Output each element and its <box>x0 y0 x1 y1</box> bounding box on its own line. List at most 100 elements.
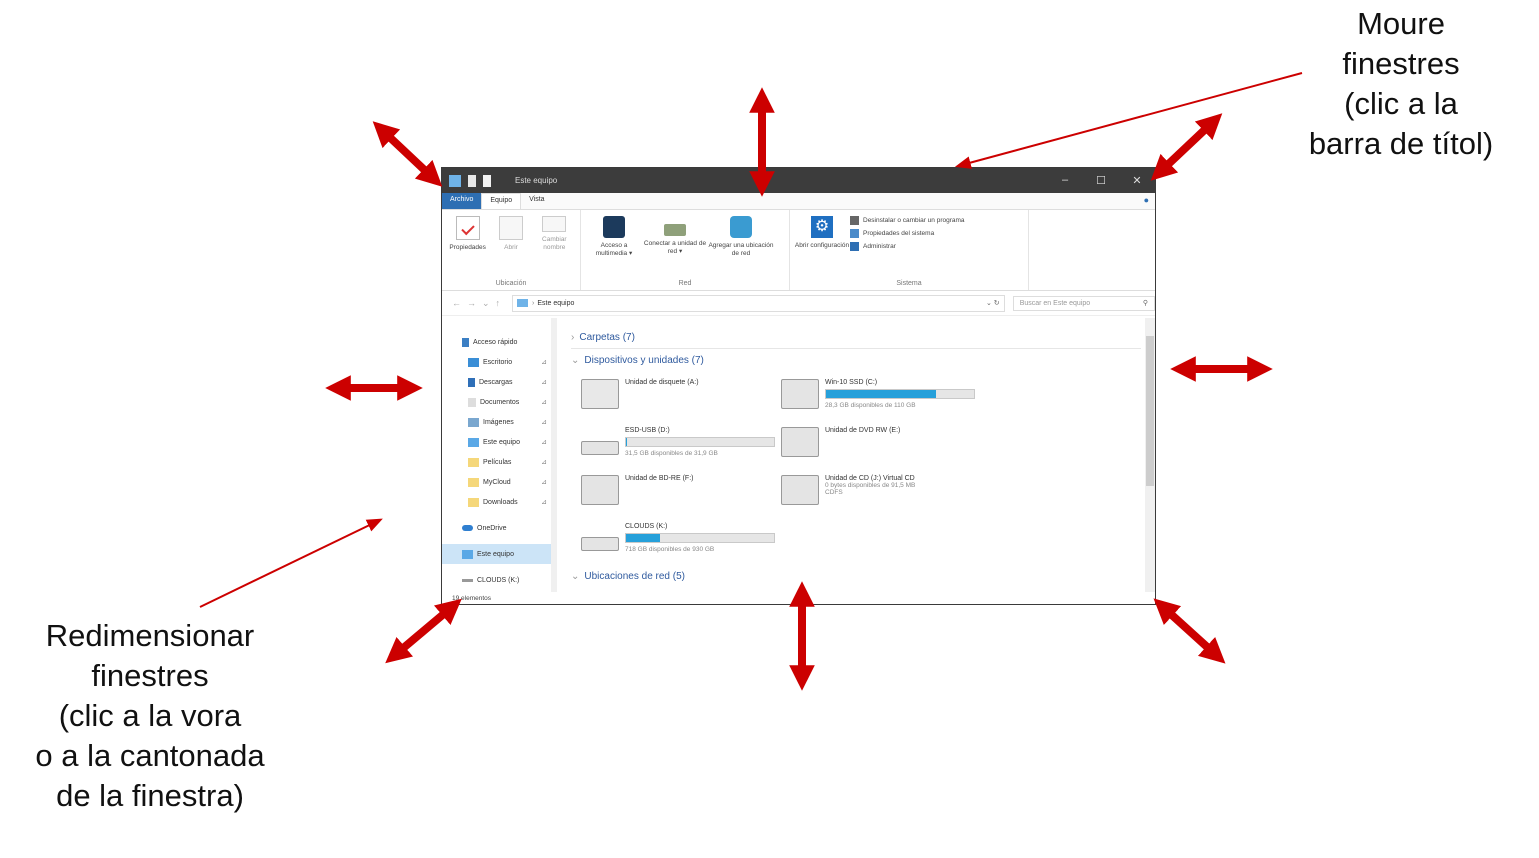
drive-free: 28,3 GB disponibles de 110 GB <box>825 402 916 409</box>
tab-archivo[interactable]: Archivo <box>442 193 482 209</box>
section-dispositivos[interactable]: ⌄ Dispositivos y unidades (7) <box>571 349 1141 371</box>
administrar-button[interactable]: Administrar <box>850 242 965 251</box>
document-icon <box>468 397 476 407</box>
network-drive-icon <box>664 224 686 236</box>
tab-equipo[interactable]: Equipo <box>481 193 522 209</box>
agregar-ubicacion-button[interactable]: Agregar una ubicación de red <box>707 214 775 290</box>
drive-usage-fill <box>826 390 936 398</box>
pin-icon: ⊿ <box>541 359 547 366</box>
cd-drive-icon <box>781 475 819 505</box>
abrir-button[interactable]: Abrir <box>489 214 532 290</box>
scrollbar-thumb[interactable] <box>1146 336 1154 486</box>
floppy-drive-icon <box>581 379 619 409</box>
nav-label: OneDrive <box>477 524 507 532</box>
drive-disquete[interactable]: Unidad de disquete (A:) <box>581 379 781 421</box>
drive-free: 31,5 GB disponibles de 31,9 GB <box>625 450 718 457</box>
drive-name: Unidad de CD (J:) Virtual CD <box>825 475 915 482</box>
drive-name: Win-10 SSD (C:) <box>825 379 878 386</box>
annot-line: barra de títol) <box>1308 126 1494 161</box>
address-text: Este equipo <box>537 299 575 307</box>
desinstalar-programa-button[interactable]: Desinstalar o cambiar un programa <box>850 216 965 225</box>
computer-icon <box>517 299 529 307</box>
drive-grid: Unidad de disquete (A:) Win-10 SSD (C:) … <box>571 371 1141 565</box>
cambiar-nombre-label: Cambiar nombre <box>542 236 567 251</box>
acceso-label: Acceso a multimedia ▾ <box>595 242 633 257</box>
nav-item-downloads[interactable]: Downloads ⊿ <box>442 492 557 512</box>
abrir-configuracion-button[interactable]: ⚙ Abrir configuración <box>794 214 850 290</box>
cloud-icon <box>462 525 473 531</box>
search-box[interactable]: Buscar en Este equipo ⚲ <box>1012 295 1155 311</box>
drive-j[interactable]: Unidad de CD (J:) Virtual CD 0 bytes dis… <box>781 475 981 517</box>
nav-item-escritorio[interactable]: Escritorio ⊿ <box>442 352 557 372</box>
pin-icon: ⊿ <box>541 479 547 486</box>
annotation-move-windows: Moure finestres (clic a la barra de títo… <box>1271 4 1531 164</box>
address-bar[interactable]: › Este equipo ⌄ ↻ <box>512 294 1005 312</box>
nav-item-acceso-rapido[interactable]: Acceso rápido <box>442 332 557 352</box>
section-red[interactable]: ⌄ Ubicaciones de red (5) <box>571 565 1141 587</box>
help-icon[interactable]: ● <box>1144 193 1149 209</box>
annot-line: de la finestra) <box>56 778 244 813</box>
new-folder-quick-icon[interactable] <box>483 174 491 187</box>
nav-item-imagenes[interactable]: Imágenes ⊿ <box>442 412 557 432</box>
title-bar[interactable]: Este equipo – ☐ ✕ <box>442 168 1155 193</box>
search-icon: ⚲ <box>1142 300 1148 307</box>
annot-line: (clic a la <box>1344 86 1458 121</box>
nav-item-descargas[interactable]: Descargas ⊿ <box>442 372 557 392</box>
drive-usage-bar <box>625 533 775 543</box>
computer-icon <box>449 174 461 187</box>
section-carpetas[interactable]: › Carpetas (7) <box>571 326 1141 349</box>
content-pane[interactable]: › Carpetas (7) ⌄ Dispositivos y unidades (… <box>557 318 1155 592</box>
system-properties-icon <box>850 229 859 238</box>
explorer-window[interactable]: Este equipo – ☐ ✕ Archivo Equipo Vista ●… <box>441 167 1156 605</box>
drive-d[interactable]: ESD-USB (D:) 31,5 GB disponibles de 31,9… <box>581 427 781 469</box>
minimize-button[interactable]: – <box>1047 174 1083 187</box>
nav-item-este-equipo[interactable]: Este equipo ⊿ <box>442 432 557 452</box>
drive-free: 0 bytes disponibles de 91,5 MB <box>825 482 916 489</box>
drive-name: ESD-USB (D:) <box>625 427 670 434</box>
folder-icon <box>468 477 479 487</box>
cambiar-nombre-button[interactable]: Cambiar nombre <box>533 214 576 290</box>
drive-f[interactable]: Unidad de BD-RE (F:) <box>581 475 781 517</box>
pointer-line-titlebar <box>954 72 1303 169</box>
tab-vista[interactable]: Vista <box>521 193 552 209</box>
drive-icon <box>462 578 473 582</box>
ribbon-group-sistema: ⚙ Abrir configuración Desinstalar o camb… <box>790 210 1029 290</box>
propiedades-button[interactable]: Propiedades <box>446 214 489 290</box>
ribbon-group-red: Acceso a multimedia ▾ Conectar a unidad … <box>581 210 790 290</box>
group-label: Ubicación <box>495 280 527 287</box>
close-button[interactable]: ✕ <box>1119 174 1155 187</box>
resize-arrow-top-left <box>372 121 443 187</box>
content-scrollbar[interactable] <box>1145 318 1155 592</box>
drive-c[interactable]: Win-10 SSD (C:) 28,3 GB disponibles de 1… <box>781 379 981 421</box>
properties-icon <box>455 216 480 240</box>
bd-drive-icon <box>581 475 619 505</box>
drive-e[interactable]: Unidad de DVD RW (E:) <box>781 427 981 469</box>
image-icon <box>468 417 479 427</box>
nav-item-clouds[interactable]: CLOUDS (K:) <box>442 570 557 590</box>
resize-arrow-bottom-right <box>1153 598 1226 664</box>
desinstalar-label: Desinstalar o cambiar un programa <box>863 217 965 224</box>
nav-item-onedrive[interactable]: OneDrive <box>442 518 557 538</box>
annot-line: (clic a la vora <box>58 698 242 733</box>
main-area: Acceso rápido Escritorio ⊿ Descargas ⊿ Doc… <box>442 318 1155 592</box>
nav-item-mycloud[interactable]: MyCloud ⊿ <box>442 472 557 492</box>
annotation-resize-windows: Redimensionar finestres (clic a la vora … <box>0 616 300 816</box>
navigation-pane[interactable]: Acceso rápido Escritorio ⊿ Descargas ⊿ Doc… <box>442 318 557 592</box>
maximize-button[interactable]: ☐ <box>1083 174 1119 187</box>
nav-item-peliculas[interactable]: Películas ⊿ <box>442 452 557 472</box>
conectar-unidad-button[interactable]: Conectar a unidad de red ▾ <box>643 214 707 290</box>
nav-buttons[interactable]: ←→⌄↑ <box>452 298 506 309</box>
nav-item-este-equipo-selected[interactable]: Este equipo <box>442 544 557 564</box>
annot-line: o a la cantonada <box>35 738 265 773</box>
propiedades-sistema-button[interactable]: Propiedades del sistema <box>850 229 965 238</box>
properties-quick-icon[interactable] <box>468 174 476 187</box>
ribbon: Propiedades Abrir Cambiar nombre Ubicaci… <box>442 210 1155 291</box>
refresh-icon[interactable]: ⌄ ↻ <box>986 299 1000 307</box>
drive-k[interactable]: CLOUDS (K:) 718 GB disponibles de 930 GB <box>581 523 781 565</box>
administrar-label: Administrar <box>863 243 896 250</box>
nav-label: Imágenes <box>483 418 514 426</box>
acceso-multimedia-button[interactable]: Acceso a multimedia ▾ <box>585 214 643 290</box>
conectar-label: Conectar a unidad de red ▾ <box>643 240 707 255</box>
nav-item-documentos[interactable]: Documentos ⊿ <box>442 392 557 412</box>
propiedades-sistema-label: Propiedades del sistema <box>863 230 935 237</box>
